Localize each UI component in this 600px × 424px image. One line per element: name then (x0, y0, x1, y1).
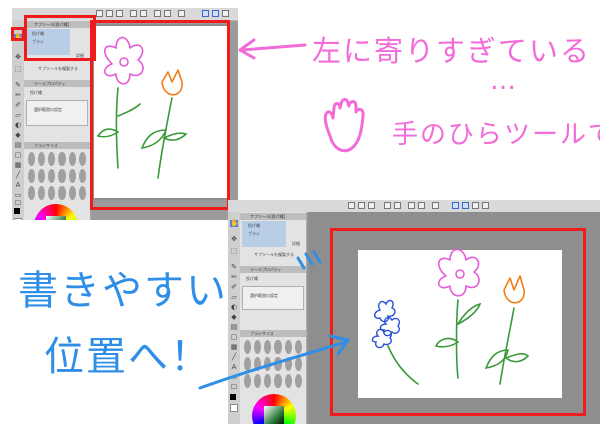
annotation-ellipsis: … (490, 66, 518, 96)
annotation-to-position: 位置へ！ (44, 334, 212, 380)
annotation-easy-to-draw: 書きやすい (18, 268, 228, 314)
annotation-hand-tool: 手のひらツールで (392, 120, 600, 150)
annotation-too-far-left: 左に寄りすぎている (312, 34, 592, 68)
palm-icon (323, 98, 365, 153)
tick-marks-blue (296, 250, 322, 270)
